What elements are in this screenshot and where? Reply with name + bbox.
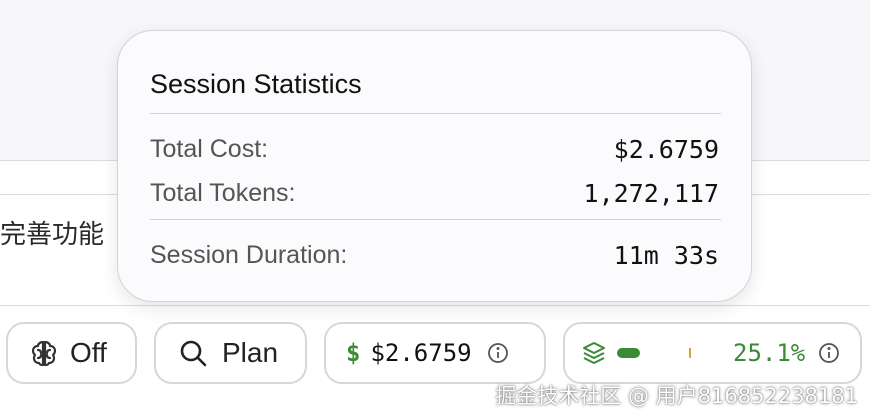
context-percent: 25.1%: [733, 339, 806, 367]
divider: [150, 219, 721, 220]
divider: [150, 113, 721, 114]
cost-value: $2.6759: [370, 339, 472, 367]
context-progress-bar: [617, 348, 709, 358]
dollar-icon: $: [346, 339, 361, 367]
session-duration-label: Session Duration:: [150, 241, 348, 269]
layers-icon: [581, 340, 607, 366]
thinking-label: Off: [70, 337, 107, 368]
search-icon: [178, 338, 208, 368]
watermark: 掘金技术社区 @ 用户816852238181: [495, 384, 858, 408]
session-stats-popover: Session Statistics Total Cost: $2.6759 T…: [117, 30, 752, 302]
context-usage-indicator[interactable]: 25.1%: [563, 322, 862, 384]
context-threshold-marker: [689, 348, 691, 358]
total-cost-label: Total Cost:: [150, 135, 269, 163]
info-icon[interactable]: [486, 341, 510, 365]
total-tokens-label: Total Tokens:: [150, 179, 296, 207]
session-duration-value: 11m 33s: [613, 241, 719, 270]
total-tokens-value: 1,272,117: [583, 179, 719, 208]
thinking-toggle-button[interactable]: Off: [6, 322, 137, 384]
cost-indicator[interactable]: $ $2.6759: [324, 322, 546, 384]
info-icon[interactable]: [817, 341, 841, 365]
plan-label: Plan: [222, 337, 279, 368]
popover-title: Session Statistics: [150, 69, 362, 99]
context-progress-fill: [617, 348, 641, 358]
plan-mode-button[interactable]: Plan: [154, 322, 307, 384]
message-text: 完善功能: [0, 220, 105, 250]
brain-icon: [28, 337, 60, 369]
total-cost-value: $2.6759: [613, 135, 719, 164]
